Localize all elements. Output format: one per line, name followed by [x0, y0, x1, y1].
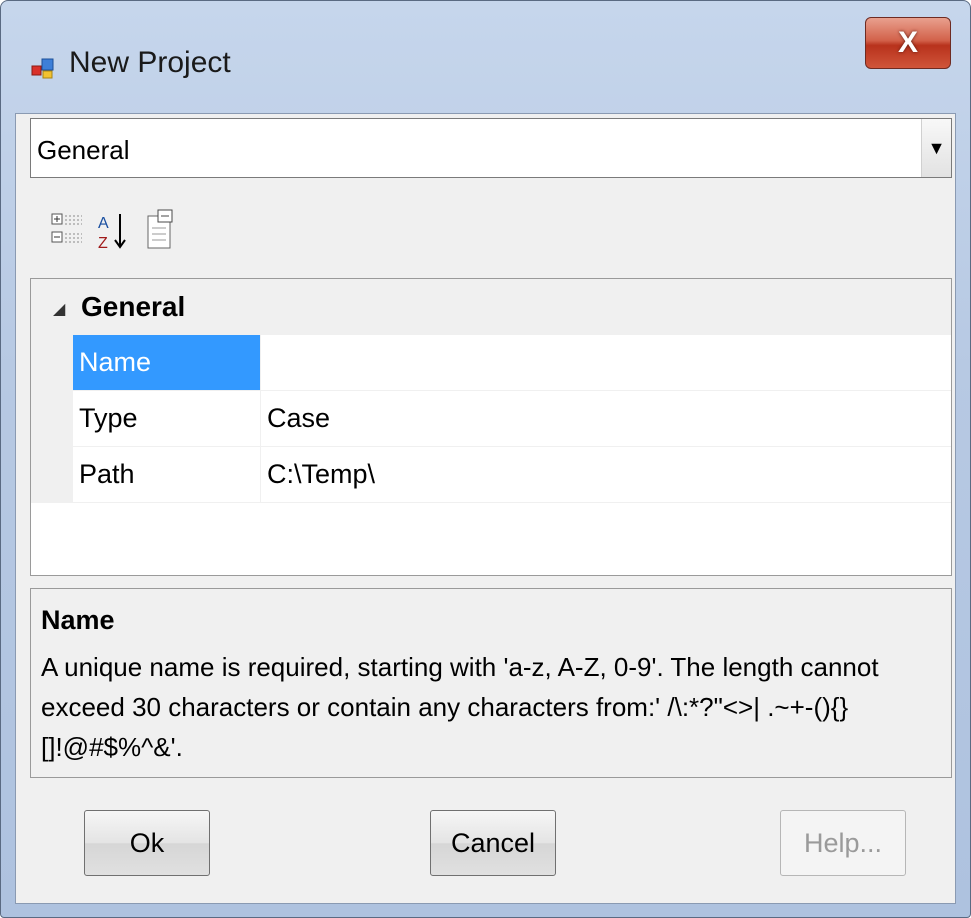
svg-text:Z: Z: [98, 235, 108, 252]
button-bar: Ok Cancel Help...: [16, 790, 955, 900]
cancel-button[interactable]: Cancel: [430, 810, 556, 876]
property-row-type[interactable]: Type Case: [31, 391, 951, 447]
category-combobox[interactable]: General ▼: [30, 118, 952, 178]
help-button[interactable]: Help...: [780, 810, 906, 876]
description-panel: Name A unique name is required, starting…: [30, 588, 952, 778]
row-gutter: [31, 391, 73, 447]
title-bar[interactable]: New Project X: [1, 1, 970, 111]
ok-button[interactable]: Ok: [84, 810, 210, 876]
row-gutter: [31, 335, 73, 391]
description-text: A unique name is required, starting with…: [41, 652, 879, 762]
chevron-down-icon[interactable]: ▼: [921, 119, 951, 177]
property-name[interactable]: Path: [73, 447, 261, 503]
close-button[interactable]: X: [865, 17, 951, 69]
property-value[interactable]: Case: [261, 391, 951, 447]
sort-az-icon[interactable]: A Z: [96, 208, 132, 254]
close-icon: X: [897, 26, 918, 59]
property-row-path[interactable]: Path C:\Temp\: [31, 447, 951, 503]
collapse-arrow-icon[interactable]: ◢: [53, 299, 65, 319]
app-icon: [31, 58, 54, 79]
property-value-input[interactable]: [261, 335, 951, 391]
categorized-icon[interactable]: [50, 208, 86, 254]
category-row-general[interactable]: ◢ General: [31, 279, 951, 335]
property-value[interactable]: C:\Temp\: [261, 447, 951, 503]
dialog-client-area: General ▼ A Z ◢ General Name Type Case P…: [15, 113, 956, 904]
description-title: Name: [41, 605, 115, 635]
property-name[interactable]: Name: [73, 335, 261, 391]
property-pages-icon[interactable]: [142, 208, 178, 254]
property-grid: ◢ General Name Type Case Path C:\Temp\: [30, 278, 952, 576]
category-label: General: [81, 291, 186, 322]
window-title: New Project: [69, 46, 231, 79]
category-combobox-value: General: [37, 135, 130, 165]
row-gutter: [31, 447, 73, 503]
property-name[interactable]: Type: [73, 391, 261, 447]
svg-text:A: A: [98, 215, 109, 232]
new-project-dialog: New Project X General ▼ A Z ◢ General Na…: [0, 0, 971, 918]
property-grid-toolbar: A Z: [30, 198, 952, 264]
property-row-name[interactable]: Name: [31, 335, 951, 391]
